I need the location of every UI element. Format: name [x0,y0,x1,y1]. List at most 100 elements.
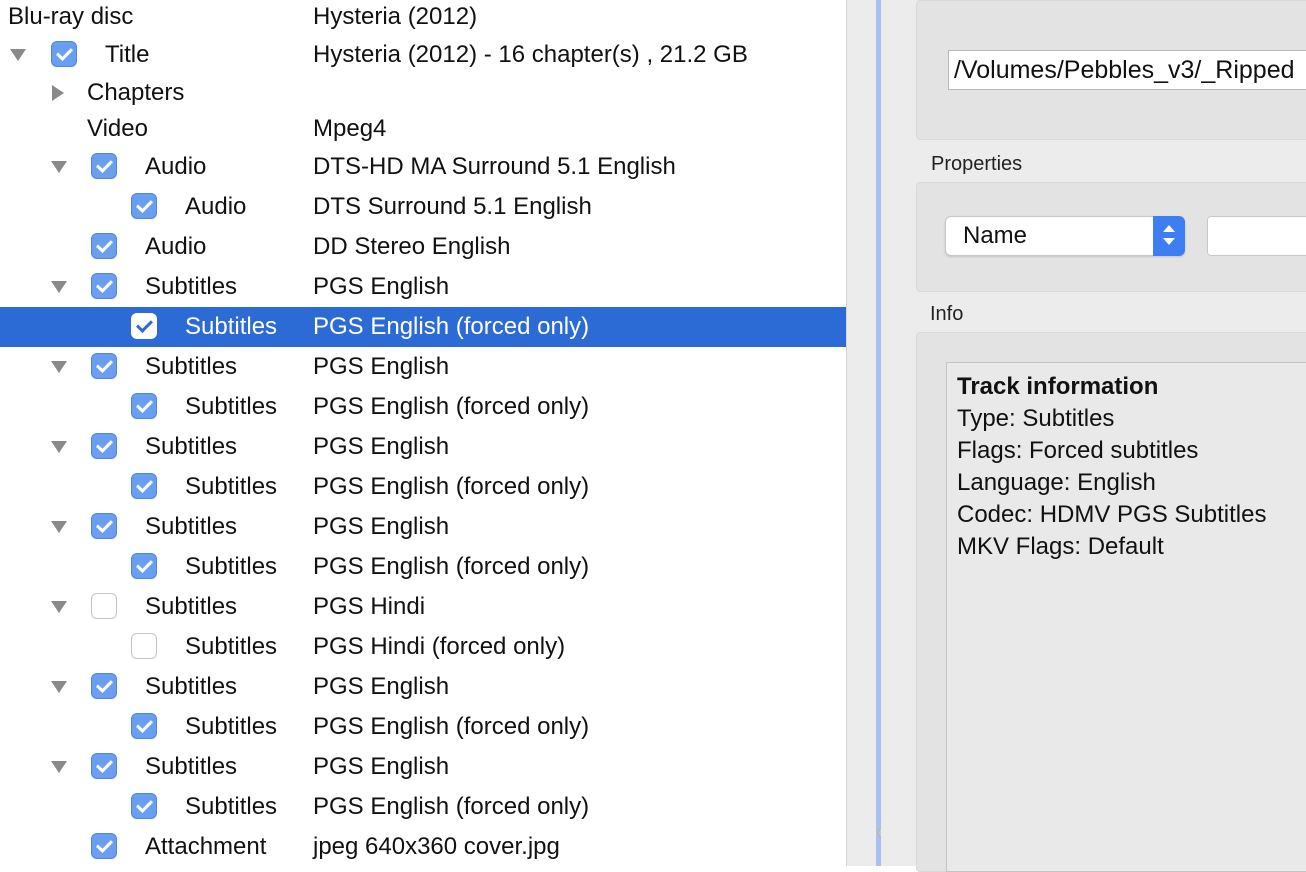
disclosure-open-icon[interactable] [51,281,67,293]
tree-row-value: PGS English (forced only) [313,793,590,820]
tree-row-subtitles[interactable]: Subtitles PGS English (forced only) [0,707,846,747]
tree-row-label: Subtitles [185,553,278,580]
tree-row-label: Subtitles [185,633,278,660]
checkbox[interactable] [131,313,157,339]
disclosure-open-icon[interactable] [51,601,67,613]
tree-row-value: PGS English (forced only) [313,553,590,580]
tree-row-value: PGS English (forced only) [313,313,590,340]
checkbox[interactable] [131,633,157,659]
checkbox[interactable] [131,793,157,819]
tree-row-value: DTS Surround 5.1 English [313,193,592,220]
property-name-select[interactable]: Name [945,216,1185,256]
info-label: Info [930,303,964,325]
tree-row-subtitles[interactable]: Subtitles PGS English [0,267,846,307]
tree-row-subtitles[interactable]: Subtitles PGS Hindi (forced only) [0,627,846,667]
checkbox[interactable] [131,393,157,419]
checkbox[interactable] [91,593,117,619]
checkbox[interactable] [131,473,157,499]
disclosure-closed-icon[interactable] [52,85,64,101]
tree-row-audio[interactable]: Audio DTS Surround 5.1 English [0,187,846,227]
split-view-divider[interactable] [846,0,876,866]
checkbox[interactable] [91,513,117,539]
disclosure-open-icon[interactable] [51,521,67,533]
tree-row-title[interactable]: Title Hysteria (2012) - 16 chapter(s) , … [0,35,846,75]
tree-row-subtitles-selected[interactable]: Subtitles PGS English (forced only) [0,307,846,347]
info-title: Track information [957,373,1159,400]
disclosure-open-icon[interactable] [51,761,67,773]
tree-row-subtitles[interactable]: Subtitles PGS English [0,507,846,547]
tree-row-label: Attachment [145,833,267,860]
checkbox[interactable] [91,753,117,779]
tree-row-subtitles[interactable]: Subtitles PGS Hindi [0,587,846,627]
tree-row-video[interactable]: Video Mpeg4 [0,109,846,149]
tree-row-subtitles[interactable]: Subtitles PGS English [0,747,846,787]
disclosure-open-icon[interactable] [51,361,67,373]
info-line: Codec: HDMV PGS Subtitles [957,501,1267,528]
tree-row-value: Hysteria (2012) - 16 chapter(s) , 21.2 G… [313,41,748,68]
tree-row-label: Subtitles [145,353,238,380]
info-line: Flags: Forced subtitles [957,437,1199,464]
tree-row-label: Video [87,115,148,142]
checkbox[interactable] [131,193,157,219]
tree-row-audio[interactable]: Audio DTS-HD MA Surround 5.1 English [0,147,846,187]
tree-row-value: PGS English [313,353,450,380]
checkbox[interactable] [91,833,117,859]
tree-row-value: DTS-HD MA Surround 5.1 English [313,153,676,180]
tree-row-label: Subtitles [185,473,278,500]
tree-row-label: Chapters [87,79,185,106]
tree-row-label: Subtitles [145,433,238,460]
tree-row-subtitles[interactable]: Subtitles PGS English (forced only) [0,547,846,587]
tree-row-chapters[interactable]: Chapters [0,73,846,113]
checkbox[interactable] [91,353,117,379]
tree-row-value: PGS English (forced only) [313,473,590,500]
disclosure-open-icon[interactable] [51,681,67,693]
tree-row-value: PGS English [313,513,450,540]
tree-row-value: Mpeg4 [313,115,387,142]
property-value-field[interactable] [1207,216,1306,256]
checkbox[interactable] [91,233,117,259]
tree-row-label: Audio [185,193,247,220]
chevron-down-icon [1163,238,1175,245]
tree-row-label: Subtitles [145,753,238,780]
tree-row-label: Subtitles [145,593,238,620]
checkbox[interactable] [51,41,77,67]
tree-row-subtitles[interactable]: Subtitles PGS English (forced only) [0,467,846,507]
checkbox[interactable] [91,673,117,699]
checkbox[interactable] [131,713,157,739]
tree-row-subtitles[interactable]: Subtitles PGS English [0,427,846,467]
tree-row-audio[interactable]: Audio DD Stereo English [0,227,846,267]
tree-row-label: Subtitles [185,713,278,740]
output-path-field[interactable]: /Volumes/Pebbles_v3/_Ripped [948,50,1306,90]
chevron-up-icon [1163,225,1175,232]
tree-row-value: PGS English [313,673,450,700]
info-line: Language: English [957,469,1156,496]
select-value: Name [963,222,1028,249]
tree-row-value: PGS English [313,753,450,780]
select-stepper-icon[interactable] [1153,216,1185,256]
tree-row-value: PGS Hindi (forced only) [313,633,566,660]
checkbox[interactable] [91,433,117,459]
tree-row-label: Subtitles [145,273,238,300]
tree-row-value: PGS Hindi [313,593,426,620]
disclosure-open-icon[interactable] [51,161,67,173]
track-info-text: Track information Type: Subtitles Flags:… [946,362,1306,872]
tree-row-subtitles[interactable]: Subtitles PGS English (forced only) [0,787,846,827]
checkbox[interactable] [131,553,157,579]
tree-row-subtitles[interactable]: Subtitles PGS English [0,347,846,387]
tree-row-label: Subtitles [185,793,278,820]
tree-row-attachment[interactable]: Attachment jpeg 640x360 cover.jpg [0,827,846,866]
checkbox[interactable] [91,273,117,299]
tree-row-subtitles[interactable]: Subtitles PGS English [0,667,846,707]
tree-row-label: Subtitles [185,393,278,420]
tree-row-label: Subtitles [145,673,238,700]
track-tree[interactable]: Blu-ray disc Hysteria (2012) Title Hyste… [0,0,846,866]
tree-row-label: Blu-ray disc [8,3,134,30]
info-line: MKV Flags: Default [957,533,1164,560]
info-line: Type: Subtitles [957,405,1115,432]
tree-row-disc[interactable]: Blu-ray disc Hysteria (2012) [0,0,846,37]
disclosure-open-icon[interactable] [51,441,67,453]
checkbox[interactable] [91,153,117,179]
disclosure-open-icon[interactable] [10,49,26,61]
tree-row-subtitles[interactable]: Subtitles PGS English (forced only) [0,387,846,427]
tree-row-value: PGS English [313,433,450,460]
